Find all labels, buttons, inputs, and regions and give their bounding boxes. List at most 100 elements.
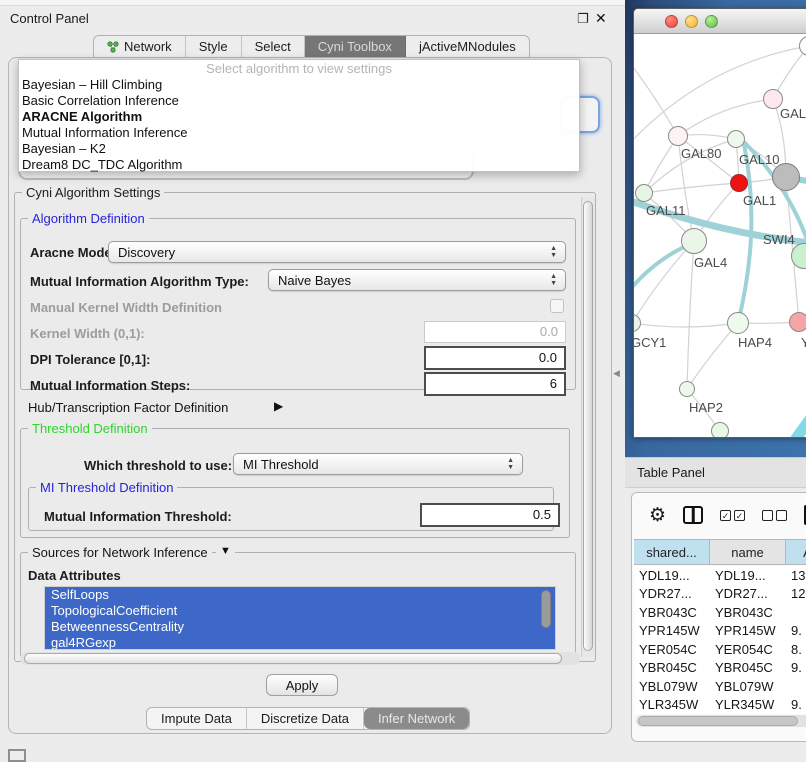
columns-icon[interactable] [683, 506, 703, 524]
cell: 12 [786, 586, 806, 601]
sources-group-title: Sources for Network Inference [28, 545, 212, 560]
data-attributes-list[interactable]: SelfLoops TopologicalCoefficient Between… [44, 586, 556, 650]
table-row[interactable]: YLR345W YLR345W 9. [634, 696, 806, 715]
mi-steps-field[interactable]: 6 [424, 372, 566, 396]
hub-section-label[interactable]: Hub/Transcription Factor Definition [28, 400, 228, 415]
table-body[interactable]: YDL19... YDL19... 13 YDR27... YDR27... 1… [634, 566, 806, 714]
mi-type-value: Naive Bayes [278, 273, 351, 288]
deselect-all-checkboxes-icon[interactable] [762, 510, 787, 521]
which-threshold-combo[interactable]: MI Threshold ▲▼ [233, 453, 523, 475]
settings-scrollbar-thumb[interactable] [583, 201, 593, 651]
mi-type-combo[interactable]: Naive Bayes ▲▼ [268, 269, 566, 291]
list-item[interactable]: gal4RGexp [45, 635, 555, 650]
column-header-partial[interactable]: A [786, 540, 806, 564]
dropdown-item[interactable]: Bayesian – Hill Climbing [19, 77, 579, 93]
node-gal11[interactable] [635, 184, 653, 202]
zoom-traffic-icon[interactable] [705, 15, 718, 28]
attributes-scrollbar-thumb[interactable] [541, 590, 551, 628]
list-item[interactable]: SelfLoops [45, 587, 555, 603]
cell: YBR045C [634, 660, 710, 675]
bottom-tabbar: Impute Data Discretize Data Infer Networ… [146, 707, 470, 730]
tab-impute-data[interactable]: Impute Data [147, 708, 247, 729]
node-unlabeled-bottom[interactable] [711, 422, 729, 438]
table-row[interactable]: YER054C YER054C 8. [634, 640, 806, 659]
node-gal1-red[interactable] [730, 174, 748, 192]
table-row[interactable]: YDL19... YDL19... 13 [634, 566, 806, 585]
column-header-shared[interactable]: shared... [634, 540, 710, 564]
table-row[interactable]: YBL079W YBL079W [634, 677, 806, 696]
node-label: GCY1 [634, 335, 666, 350]
kernel-width-label: Kernel Width (0,1): [30, 326, 145, 341]
close-traffic-icon[interactable] [665, 15, 678, 28]
table-row[interactable]: YDR27... YDR27... 12 [634, 585, 806, 604]
tab-jactivemnodules[interactable]: jActiveMNodules [406, 36, 529, 57]
column-header-name[interactable]: name [710, 540, 786, 564]
tab-style[interactable]: Style [186, 36, 242, 57]
dropdown-item-selected[interactable]: ARACNE Algorithm [19, 109, 579, 125]
network-window-titlebar[interactable] [634, 9, 806, 34]
node-hap2[interactable] [679, 381, 695, 397]
node-label: GAL10 [739, 152, 779, 167]
node-gal10[interactable] [727, 130, 745, 148]
titlebar-strip [0, 0, 625, 6]
node-label: HAP4 [738, 335, 772, 350]
table-row[interactable]: YPR145W YPR145W 9. [634, 622, 806, 641]
cell: YBR043C [634, 605, 710, 620]
table-panel: ⚙ ✓ ✓ shared... name A YDL19... YDL19...… [631, 492, 806, 742]
tab-cyni-toolbox[interactable]: Cyni Toolbox [305, 36, 406, 57]
tab-network-label: Network [124, 39, 172, 54]
network-canvas[interactable]: GAL GAL80 GAL10 GAL1 GAL11 SWI4 GAL4 GCY… [634, 34, 806, 438]
tab-network[interactable]: Network [94, 36, 186, 57]
tab-discretize-data[interactable]: Discretize Data [247, 708, 364, 729]
table-hscrollbar-thumb[interactable] [638, 716, 798, 726]
table-row[interactable]: YBR043C YBR043C [634, 603, 806, 622]
tab-select[interactable]: Select [242, 36, 305, 57]
mi-threshold-definition-title: MI Threshold Definition [36, 480, 177, 495]
list-item[interactable]: BetweennessCentrality [45, 619, 555, 635]
node-gray[interactable] [772, 163, 800, 191]
dpi-tolerance-field[interactable]: 0.0 [424, 346, 566, 370]
tab-infer-network[interactable]: Infer Network [364, 708, 469, 729]
node-label: GAL80 [681, 146, 721, 161]
node-gal4[interactable] [681, 228, 707, 254]
aracne-mode-combo[interactable]: Discovery ▲▼ [108, 241, 566, 263]
sources-collapse-arrow-icon[interactable]: ▼ [216, 545, 235, 557]
algorithm-definition-title: Algorithm Definition [28, 211, 149, 226]
mi-threshold-field[interactable]: 0.5 [420, 503, 560, 527]
node-label: GAL1 [743, 193, 776, 208]
minimize-traffic-icon[interactable] [685, 15, 698, 28]
settings-hscrollbar-thumb[interactable] [24, 653, 562, 664]
table-row[interactable]: YBR045C YBR045C 9. [634, 659, 806, 678]
cell: YLR345W [710, 697, 786, 712]
node-label: GAL11 [646, 203, 686, 218]
kernel-width-field[interactable]: 0.0 [424, 321, 566, 343]
dropdown-item[interactable]: Mutual Information Inference [19, 125, 579, 141]
dropdown-item[interactable]: Bayesian – K2 [19, 141, 579, 157]
splitter-collapse-arrow[interactable]: ◀ [613, 368, 620, 379]
cell: YDL19... [634, 568, 710, 583]
node-label: HAP2 [689, 400, 723, 415]
dropdown-item[interactable]: Basic Correlation Inference [19, 93, 579, 109]
cell: YBL079W [710, 679, 786, 694]
list-item[interactable]: TopologicalCoefficient [45, 603, 555, 619]
select-all-checkboxes-icon[interactable]: ✓ ✓ [720, 510, 745, 521]
table-panel-title: Table Panel [637, 465, 705, 480]
apply-button[interactable]: Apply [266, 674, 338, 696]
hub-section-expand-arrow-icon[interactable]: ▶ [274, 399, 283, 413]
close-icon[interactable]: ✕ [595, 10, 607, 27]
node-gal80[interactable] [668, 126, 688, 146]
threshold-definition-title: Threshold Definition [28, 421, 152, 436]
cell: YPR145W [710, 623, 786, 638]
node-salmon[interactable] [789, 312, 806, 332]
network-view-window[interactable]: GAL GAL80 GAL10 GAL1 GAL11 SWI4 GAL4 GCY… [633, 8, 806, 438]
float-window-icon[interactable]: ❐ [577, 11, 589, 27]
gear-icon[interactable]: ⚙ [649, 506, 666, 525]
tab-infer-network-label: Infer Network [378, 711, 455, 726]
collapsed-panel-icon[interactable] [8, 749, 26, 762]
tab-impute-data-label: Impute Data [161, 711, 232, 726]
dropdown-item[interactable]: Dream8 DC_TDC Algorithm [19, 157, 579, 173]
tab-cyni-toolbox-label: Cyni Toolbox [318, 39, 392, 54]
node-hap4[interactable] [727, 312, 749, 334]
manual-kernel-checkbox[interactable] [550, 299, 564, 313]
aracne-mode-value: Discovery [118, 245, 175, 260]
